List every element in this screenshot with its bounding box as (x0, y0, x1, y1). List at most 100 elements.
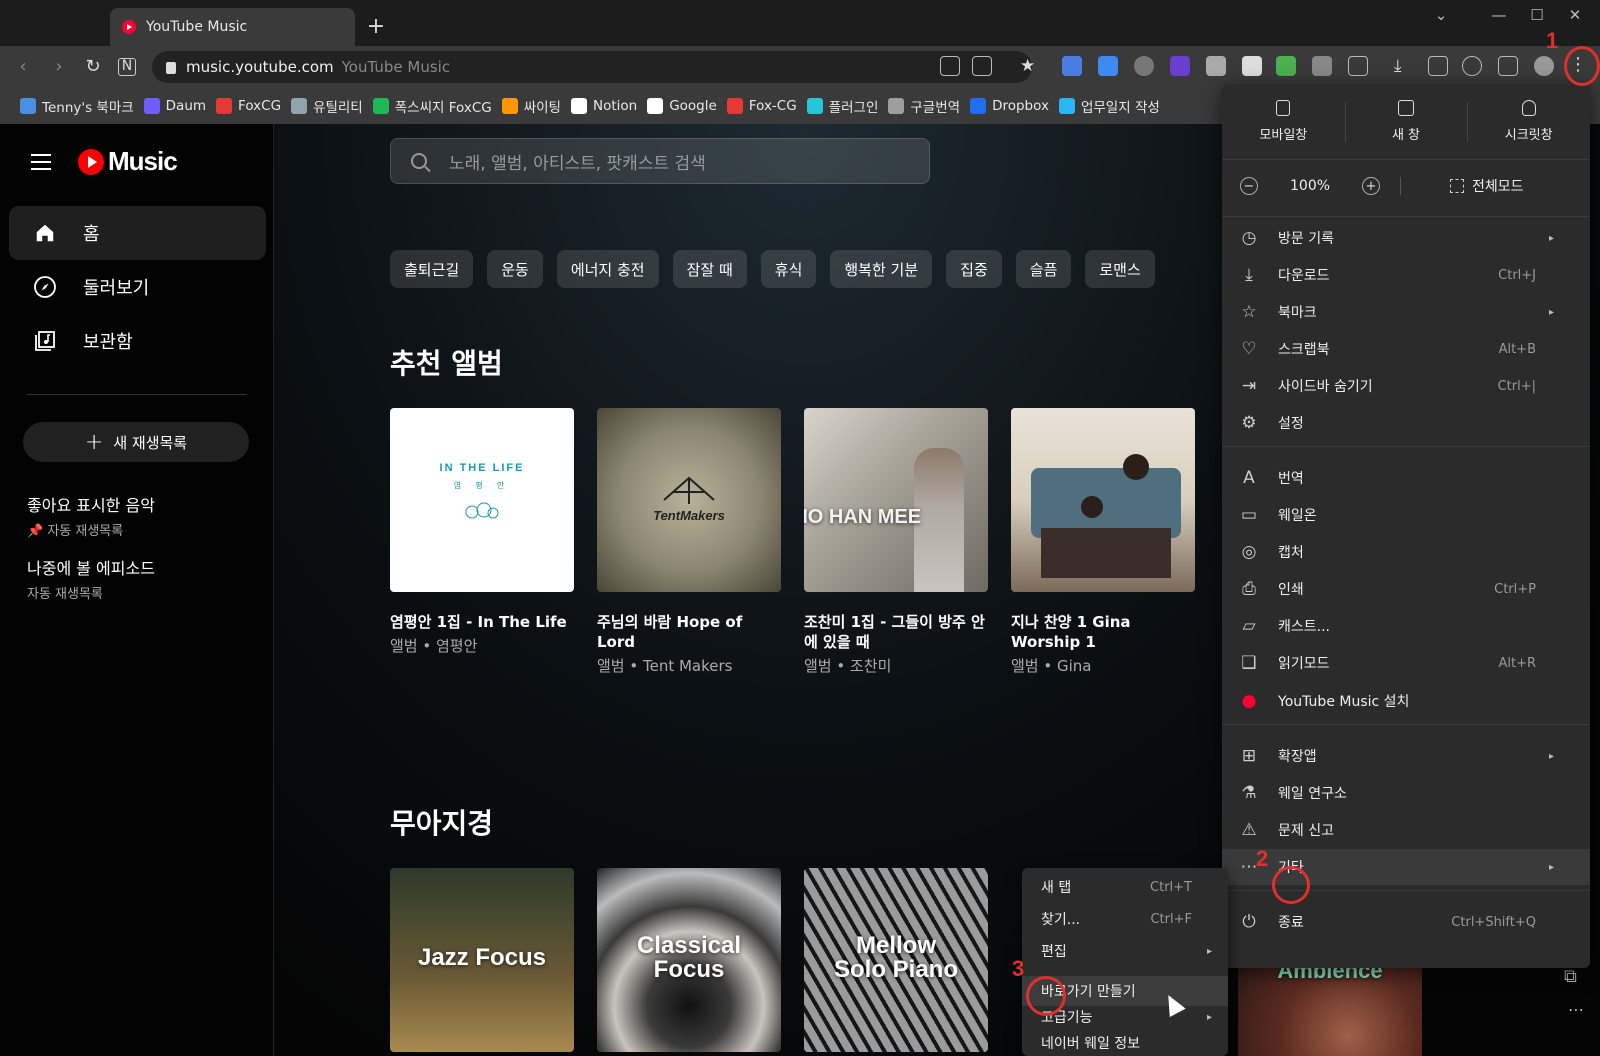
extension-purple-icon[interactable] (1170, 56, 1190, 76)
puzzle-icon[interactable] (1348, 56, 1368, 76)
bookmark-item[interactable]: 업무일지 작성 (1058, 96, 1160, 116)
extension-download-icon[interactable] (1098, 56, 1118, 76)
mood-chip[interactable]: 행복한 기분 (830, 250, 933, 288)
submenu-item-shortcut: Ctrl+F (1150, 911, 1192, 927)
secret-window-button[interactable]: 시크릿창 (1467, 84, 1590, 159)
menu-item-clock[interactable]: ◷ 방문 기록 ▸ (1222, 220, 1590, 256)
menu-item-youtube-music[interactable]: ● YouTube Music 설치 (1222, 683, 1590, 719)
address-bar[interactable]: music.youtube.com YouTube Music (152, 51, 1032, 83)
split-view-icon[interactable] (1498, 56, 1518, 76)
mobile-window-button[interactable]: 모바일창 (1222, 84, 1345, 159)
menu-item-printer[interactable]: ⎙ 인쇄 Ctrl+P (1222, 571, 1590, 607)
menu-item-shortcut: Alt+B (1498, 341, 1536, 357)
menu-item-download[interactable]: ⤓ 다운로드 Ctrl+J (1222, 257, 1590, 293)
album-card[interactable]: 지나 찬양 1 Gina Worship 1 앨범 • Gina (1011, 408, 1195, 676)
bookmark-item[interactable]: Tenny's 북마크 (20, 96, 134, 116)
mood-chip[interactable]: 에너지 충전 (556, 250, 659, 288)
tab-list-chevron-icon[interactable]: ⌄ (1426, 6, 1456, 24)
mix-card[interactable]: Ambience (1238, 954, 1422, 1056)
menu-item-scrapbook[interactable]: ♡ 스크랩북 Alt+B (1222, 331, 1590, 367)
fullscreen-button[interactable]: 전체모드 (1450, 176, 1524, 196)
mood-chip[interactable]: 집중 (946, 250, 1002, 288)
submenu-item[interactable]: 네이버 웨일 정보 (1022, 1028, 1228, 1056)
mood-chip[interactable]: 로맨스 (1085, 250, 1155, 288)
install-app-icon[interactable] (972, 56, 992, 76)
more-dots-icon[interactable]: ⋯ (1568, 1000, 1584, 1019)
menu-item-power[interactable]: ⏻ 종료 Ctrl+Shift+Q (1222, 904, 1590, 940)
bookmark-item[interactable]: 유틸리티 (291, 96, 363, 116)
open-external-icon[interactable]: ⧉ (1564, 966, 1577, 987)
text-extension-icon[interactable] (1242, 56, 1262, 76)
sidebar-item-explore[interactable]: 둘러보기 (9, 260, 266, 314)
bookmark-item[interactable]: Google (647, 98, 717, 114)
forward-icon[interactable]: › (48, 56, 70, 77)
submenu-item[interactable]: 찾기... Ctrl+F (1022, 904, 1228, 934)
bookmark-item[interactable]: Daum (143, 98, 206, 114)
album-card[interactable]: CHO HAN MEE 조찬미 1집 - 그들이 방주 안에 있을 때 앨범 •… (804, 408, 988, 676)
share-icon[interactable] (940, 56, 960, 76)
mood-chip[interactable]: 슬픔 (1015, 250, 1072, 288)
extension-1-icon[interactable] (1062, 56, 1082, 76)
new-playlist-button[interactable]: + 새 재생목록 (23, 422, 249, 462)
close-icon[interactable]: ✕ (1560, 6, 1590, 24)
download-icon[interactable]: ⤓ (1394, 56, 1414, 76)
naver-icon[interactable]: N (118, 58, 136, 76)
menu-item-extensions[interactable]: ⊞ 확장앱 ▸ (1222, 738, 1590, 774)
maximize-icon[interactable]: ☐ (1522, 6, 1552, 24)
bookmark-item[interactable]: 플러그인 (806, 96, 878, 116)
minimize-icon[interactable]: — (1484, 6, 1514, 24)
favorites-icon[interactable]: ★ (1020, 56, 1040, 76)
mood-chip[interactable]: 잠잘 때 (672, 250, 747, 288)
search-input[interactable]: 노래, 앨범, 아티스트, 팟캐스트 검색 (390, 138, 930, 184)
mix-card[interactable]: Jazz Focus (390, 868, 574, 1052)
bookmark-item[interactable]: Dropbox (970, 98, 1049, 114)
mix-card[interactable]: Classical Focus (597, 868, 781, 1052)
bookmark-item[interactable]: FoxCG (216, 98, 281, 114)
mood-chip[interactable]: 휴식 (760, 250, 817, 288)
tab-icon[interactable] (1428, 56, 1448, 76)
menu-item-star[interactable]: ☆ 북마크 ▸ (1222, 294, 1590, 330)
bookmark-item[interactable]: Fox-CG (726, 98, 797, 114)
camera-icon[interactable] (1206, 56, 1226, 76)
zoom-in-button[interactable]: + (1362, 177, 1380, 195)
new-window-button[interactable]: 새 창 (1344, 84, 1468, 159)
mix-card[interactable]: Mellow Solo Piano (804, 868, 988, 1052)
cursor-extension-icon[interactable] (1312, 56, 1332, 76)
cast-icon: ▱ (1242, 616, 1256, 636)
album-subtitle: 앨범 • 조찬미 (804, 657, 892, 675)
playlist-item-episodes[interactable]: 나중에 볼 에피소드 자동 재생목록 (27, 555, 155, 602)
submenu-item[interactable]: 새 탭 Ctrl+T (1022, 872, 1228, 902)
sidebar-item-home[interactable]: 홈 (9, 206, 266, 260)
bookmark-item[interactable]: Notion (570, 98, 637, 114)
menu-item-book[interactable]: ❑ 읽기모드 Alt+R (1222, 645, 1590, 681)
back-icon[interactable]: ‹ (12, 56, 34, 77)
album-card[interactable]: IN THE LIFE 염 평 안 염평안 1집 - In The Life 앨… (390, 408, 574, 656)
mood-chip[interactable]: 출퇴근길 (390, 250, 474, 288)
mood-chip[interactable]: 운동 (487, 250, 543, 288)
extension-shield-icon[interactable] (1134, 56, 1154, 76)
playlist-item-liked[interactable]: 좋아요 표시한 음악 📌 자동 재생목록 (27, 492, 155, 539)
profile-avatar[interactable] (1534, 56, 1554, 76)
capture-toolbar-icon[interactable] (1462, 56, 1482, 76)
menu-item-gear[interactable]: ⚙ 설정 (1222, 405, 1590, 441)
new-tab-button[interactable]: + (365, 14, 387, 39)
zoom-out-button[interactable]: − (1240, 177, 1258, 195)
menu-item-cast[interactable]: ▱ 캐스트... (1222, 608, 1590, 644)
menu-item-sidebar[interactable]: ⇥ 사이드바 숨기기 Ctrl+| (1222, 368, 1590, 404)
reload-icon[interactable]: ↻ (82, 56, 104, 77)
menu-item-whale-on[interactable]: ▭ 웨일온 (1222, 497, 1590, 533)
submenu-item[interactable]: 편집 ▸ (1022, 936, 1228, 966)
hamburger-menu-icon[interactable] (31, 154, 51, 175)
menu-item-translate[interactable]: A 번역 (1222, 460, 1590, 496)
menu-item-report[interactable]: ⚠ 문제 신고 (1222, 812, 1590, 848)
youtube-music-logo[interactable]: Music (78, 146, 178, 177)
menu-item-flask[interactable]: ⚗ 웨일 연구소 (1222, 775, 1590, 811)
plant-extension-icon[interactable] (1276, 56, 1296, 76)
bookmark-item[interactable]: 싸이팅 (501, 96, 561, 116)
sidebar-item-library[interactable]: 보관함 (9, 314, 266, 368)
bookmark-item[interactable]: 폭스씨지 FoxCG (372, 96, 492, 116)
bookmark-item[interactable]: 구글번역 (888, 96, 960, 116)
menu-item-capture[interactable]: ◎ 캡처 (1222, 534, 1590, 570)
browser-tab[interactable]: YouTube Music (110, 8, 355, 46)
album-card[interactable]: TentMakers 주님의 바람 Hope of Lord 앨범 • Tent… (597, 408, 781, 676)
